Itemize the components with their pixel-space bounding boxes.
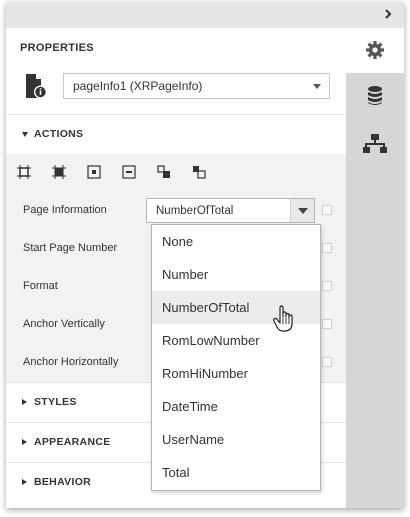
prop-label-anchor-horizontally: Anchor Horizontally [23,356,119,368]
prop-checkbox-anchor-vertically[interactable] [322,319,332,329]
fit-to-container-icon[interactable] [51,164,67,180]
control-selector-value: pageInfo1 (XRPageInfo) [73,79,203,93]
fit-bounds-icon[interactable] [16,164,32,180]
prop-label-anchor-vertically: Anchor Vertically [23,318,105,330]
center-vertical-icon[interactable] [121,164,137,180]
chevron-down-icon [298,208,308,214]
gear-icon[interactable] [365,40,385,60]
dropdown-option[interactable]: Number [152,258,320,291]
panel-title: PROPERTIES [20,42,94,54]
collapse-triangle-icon [22,132,28,137]
center-horizontal-icon[interactable] [86,164,102,180]
dropdown-option[interactable]: DateTime [152,390,320,423]
properties-panel: PROPERTIES pageInfo1 (XRPageInfo) ACTION… [6,2,404,508]
database-icon[interactable] [366,85,384,107]
expand-triangle-icon [22,439,27,445]
section-actions-label: ACTIONS [34,128,84,140]
side-tab-bar [346,28,404,508]
section-behavior-label: BEHAVIOR [34,476,92,488]
page-information-combo[interactable]: NumberOfTotal [146,198,315,223]
chevron-down-icon [313,84,321,89]
dropdown-option[interactable]: RomHiNumber [152,357,320,390]
section-appearance-label: APPEARANCE [34,436,111,448]
prop-checkbox-page-information[interactable] [322,205,332,215]
expand-triangle-icon [22,479,27,485]
prop-label-page-information: Page Information [23,204,107,216]
expand-triangle-icon [22,399,27,405]
prop-checkbox-start-page-number[interactable] [322,243,332,253]
dropdown-option[interactable]: None [152,225,320,258]
dropdown-toggle-button[interactable] [290,199,314,222]
hand-cursor-icon [272,305,296,333]
bring-to-front-icon[interactable] [156,164,172,180]
chevron-right-icon [385,9,392,19]
page-information-dropdown: None Number NumberOfTotal RomLowNumber R… [151,224,321,491]
prop-label-start-page-number: Start Page Number [23,242,118,254]
panel-top-bar [6,2,404,28]
prop-label-format: Format [23,280,58,292]
dropdown-option[interactable]: UserName [152,423,320,456]
page-information-value: NumberOfTotal [156,205,234,217]
page-info-control-icon [24,72,50,102]
send-to-back-icon[interactable] [191,164,207,180]
prop-checkbox-anchor-horizontally[interactable] [322,357,332,367]
prop-checkbox-format[interactable] [322,281,332,291]
dropdown-option[interactable]: Total [152,456,320,489]
control-selector[interactable]: pageInfo1 (XRPageInfo) [63,73,330,99]
section-actions[interactable]: ACTIONS [6,114,346,154]
section-styles-label: STYLES [34,396,77,408]
hierarchy-icon[interactable] [363,133,387,155]
collapse-panel-button[interactable] [380,6,396,22]
